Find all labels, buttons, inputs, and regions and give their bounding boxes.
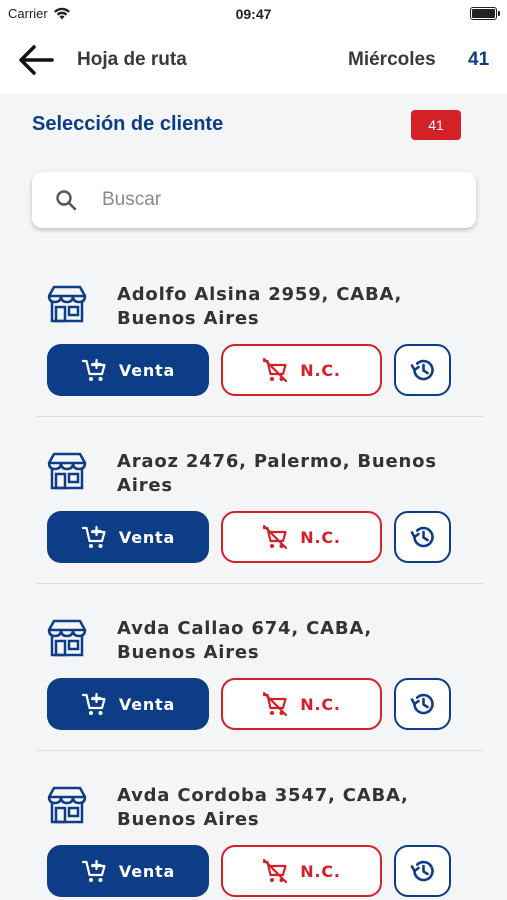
client-item[interactable]: Araoz 2476, Palermo, Buenos Aires Venta … xyxy=(36,417,483,584)
credit-note-button[interactable]: N.C. xyxy=(221,845,382,897)
battery-icon xyxy=(470,7,500,20)
back-arrow-icon xyxy=(19,45,54,75)
sale-button[interactable]: Venta xyxy=(47,511,209,563)
history-button[interactable] xyxy=(394,511,451,563)
sale-button-label: Venta xyxy=(118,694,176,714)
sale-button-label: Venta xyxy=(118,861,176,881)
cart-remove-icon xyxy=(263,524,288,550)
client-item[interactable]: Avda Cordoba 3547, CABA, Buenos Aires Ve… xyxy=(36,751,483,900)
credit-note-button-label: N.C. xyxy=(300,694,341,714)
client-item[interactable]: Avda Callao 674, CABA, Buenos Aires Vent… xyxy=(36,584,483,751)
sale-button[interactable]: Venta xyxy=(47,344,209,396)
credit-note-button[interactable]: N.C. xyxy=(221,511,382,563)
credit-note-button-label: N.C. xyxy=(300,861,341,881)
history-icon xyxy=(410,359,434,381)
search-input[interactable] xyxy=(102,172,462,228)
header-count: 41 xyxy=(468,49,490,70)
client-address: Araoz 2476, Palermo, Buenos Aires xyxy=(117,451,437,496)
page-title: Hoja de ruta xyxy=(77,49,187,70)
history-button[interactable] xyxy=(394,845,451,897)
app-header: Hoja de ruta Miércoles 41 xyxy=(0,28,507,94)
cart-add-icon xyxy=(81,859,106,882)
header-day: Miércoles xyxy=(348,49,436,70)
store-icon xyxy=(47,619,87,657)
status-time: 09:47 xyxy=(235,6,272,22)
back-button[interactable] xyxy=(16,42,56,78)
credit-note-button[interactable]: N.C. xyxy=(221,678,382,730)
history-icon xyxy=(410,860,434,882)
client-count-badge: 41 xyxy=(411,110,461,140)
cart-add-icon xyxy=(81,525,106,548)
sale-button-label: Venta xyxy=(118,360,176,380)
credit-note-button-label: N.C. xyxy=(300,527,341,547)
client-address: Adolfo Alsina 2959, CABA, Buenos Aires xyxy=(117,284,403,329)
search-icon xyxy=(56,190,77,211)
store-icon xyxy=(47,285,87,323)
cart-remove-icon xyxy=(263,357,288,383)
client-item[interactable]: Adolfo Alsina 2959, CABA, Buenos Aires V… xyxy=(36,250,483,417)
client-address: Avda Cordoba 3547, CABA, Buenos Aires xyxy=(117,785,409,830)
credit-note-button[interactable]: N.C. xyxy=(221,344,382,396)
store-icon xyxy=(47,452,87,490)
history-button[interactable] xyxy=(394,678,451,730)
history-button[interactable] xyxy=(394,344,451,396)
sale-button-label: Venta xyxy=(118,527,176,547)
cart-remove-icon xyxy=(263,858,288,884)
history-icon xyxy=(410,526,434,548)
sale-button[interactable]: Venta xyxy=(47,678,209,730)
search-box[interactable] xyxy=(32,172,476,228)
cart-remove-icon xyxy=(263,691,288,717)
history-icon xyxy=(410,693,434,715)
credit-note-button-label: N.C. xyxy=(300,360,341,380)
sale-button[interactable]: Venta xyxy=(47,845,209,897)
status-bar: Carrier 09:47 xyxy=(0,0,507,28)
section-title: Selección de cliente xyxy=(32,113,224,135)
client-address: Avda Callao 674, CABA, Buenos Aires xyxy=(117,618,373,663)
client-list: Adolfo Alsina 2959, CABA, Buenos Aires V… xyxy=(0,250,507,900)
store-icon xyxy=(47,786,87,824)
cart-add-icon xyxy=(81,692,106,715)
cart-add-icon xyxy=(81,358,106,381)
